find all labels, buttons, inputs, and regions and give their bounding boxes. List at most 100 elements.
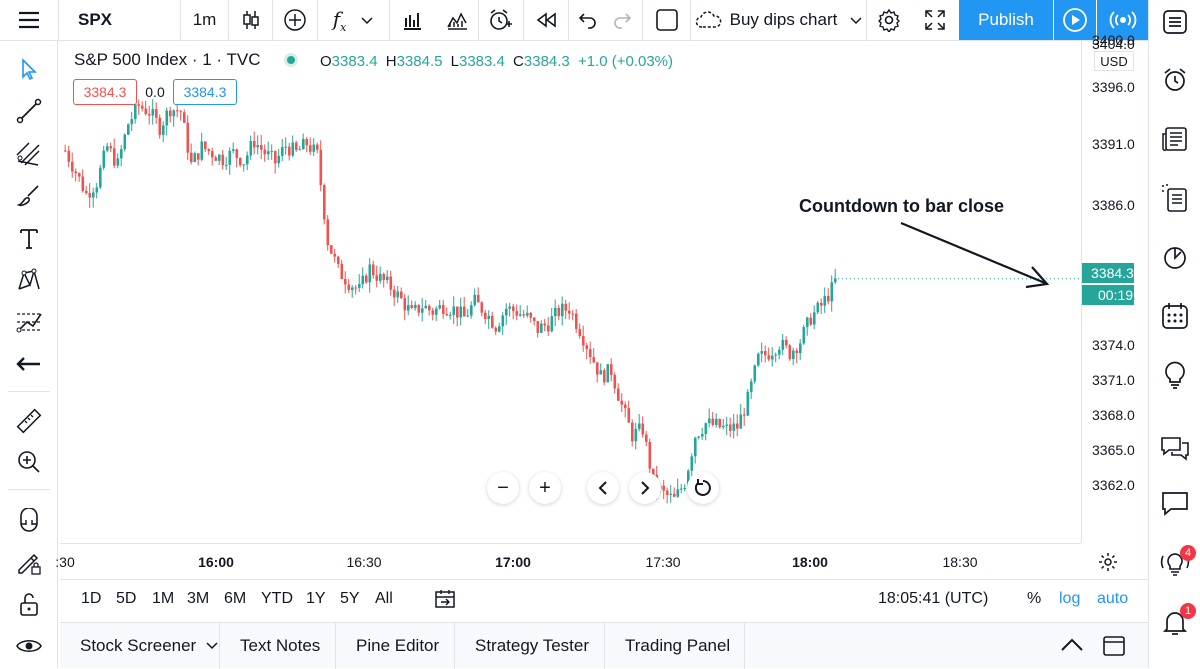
time-label: :30 [55, 554, 75, 570]
eye-visibility-icon[interactable] [0, 626, 58, 666]
tab-pine-editor[interactable]: Pine Editor [336, 623, 455, 669]
magnet-icon[interactable] [0, 501, 58, 541]
tab-trading-panel[interactable]: Trading Panel [605, 623, 745, 669]
candle-body [176, 110, 179, 112]
prediction-icon[interactable] [0, 302, 58, 342]
cursor-arrow-icon[interactable] [0, 49, 58, 89]
currency-label[interactable]: USD [1094, 51, 1134, 71]
buy-button[interactable]: 3384.3 [173, 79, 237, 105]
maximize-panel-icon[interactable] [1102, 635, 1126, 662]
candle-body [218, 154, 221, 161]
symbol-title: S&P 500 Index · 1 · TVC [74, 50, 261, 69]
chevron-down-icon [206, 642, 218, 650]
range-button-all[interactable]: All [375, 590, 393, 608]
candle-body [585, 345, 589, 350]
compare-add-icon[interactable] [273, 0, 317, 40]
interval-button[interactable]: 1m [181, 0, 228, 40]
text-tool-icon[interactable] [0, 218, 58, 258]
utc-clock[interactable]: 18:05:41 (UTC) [878, 590, 988, 608]
auto-toggle[interactable]: auto [1097, 590, 1128, 608]
templates-icon[interactable] [435, 0, 478, 40]
zoom-in-icon[interactable] [0, 442, 58, 482]
candle-body [67, 150, 71, 162]
replay-icon[interactable] [524, 0, 568, 40]
candle-body [127, 124, 130, 135]
publish-video-icon[interactable] [1054, 0, 1096, 40]
tab-text-notes[interactable]: Text Notes [220, 623, 336, 669]
ideas-lightbulb-icon[interactable] [1149, 355, 1200, 395]
candle-body [645, 434, 648, 443]
zoom-out-button[interactable]: − [487, 472, 519, 504]
range-button-3m[interactable]: 3M [187, 590, 209, 608]
arrow-left-icon[interactable] [0, 344, 58, 384]
candles-style-icon[interactable] [229, 0, 272, 40]
time-axis[interactable]: :30 16:00 16:30 17:00 17:30 18:00 18:30 [55, 543, 1117, 579]
layout-name-button[interactable]: Buy dips chart [691, 0, 866, 40]
candle-body [288, 146, 291, 156]
scroll-left-button[interactable] [587, 472, 619, 504]
alert-clock-icon[interactable] [479, 0, 523, 40]
hotlists-icon[interactable] [1149, 237, 1200, 277]
symbol-search-button[interactable]: SPX [60, 0, 180, 40]
candle-body [438, 305, 442, 309]
financials-icon[interactable] [390, 0, 433, 40]
candle-body [253, 141, 256, 148]
data-window-icon[interactable] [1149, 178, 1200, 218]
tab-stock-screener[interactable]: Stock Screener [60, 623, 220, 669]
news-icon[interactable] [1149, 119, 1200, 159]
candle-body [431, 310, 435, 315]
menu-icon[interactable] [0, 0, 58, 40]
range-button-1y[interactable]: 1Y [306, 590, 326, 608]
candle-body [281, 147, 284, 156]
candle-body [389, 276, 393, 290]
undo-icon[interactable] [569, 0, 607, 40]
range-button-5d[interactable]: 5D [116, 590, 136, 608]
pattern-icon[interactable] [0, 260, 58, 300]
candle-body [816, 302, 820, 313]
fullscreen-square-icon[interactable] [643, 0, 690, 40]
candle-body [78, 173, 81, 177]
scroll-right-button[interactable] [629, 472, 661, 504]
percent-toggle[interactable]: % [1027, 590, 1041, 608]
chat-icon[interactable] [1149, 428, 1200, 468]
candle-body [554, 307, 557, 317]
pitchfork-icon[interactable] [0, 134, 58, 174]
message-icon[interactable] [1149, 483, 1200, 523]
candle-body [298, 149, 302, 151]
ruler-icon[interactable] [0, 401, 58, 441]
range-button-5y[interactable]: 5Y [340, 590, 360, 608]
candle-body [267, 151, 270, 155]
sell-button[interactable]: 3384.3 [73, 79, 137, 105]
range-button-6m[interactable]: 6M [224, 590, 246, 608]
goto-date-icon[interactable] [433, 588, 457, 615]
watchlist-icon[interactable] [1149, 2, 1200, 42]
price-label: 3386.0 [1092, 197, 1135, 213]
tab-strategy-tester[interactable]: Strategy Tester [455, 623, 605, 669]
range-button-ytd[interactable]: YTD [261, 590, 293, 608]
expand-fullscreen-icon[interactable] [913, 0, 957, 40]
lock-icon[interactable] [0, 584, 58, 624]
range-button-1m[interactable]: 1M [152, 590, 174, 608]
reset-chart-icon[interactable] [687, 472, 719, 504]
candle-body [354, 287, 358, 289]
price-scale[interactable]: 3404.0 USD 3400.03396.03391.03386.03378.… [1081, 32, 1148, 543]
trend-line-icon[interactable] [0, 91, 58, 131]
candle-body [305, 139, 309, 146]
zoom-in-button[interactable]: + [529, 472, 561, 504]
candle-body [225, 164, 228, 166]
high-value: 3384.5 [396, 53, 443, 70]
redo-icon[interactable] [604, 0, 640, 40]
range-button-1d[interactable]: 1D [81, 590, 101, 608]
calendar-icon[interactable] [1149, 296, 1200, 336]
publish-button[interactable]: Publish [959, 0, 1053, 40]
brush-icon[interactable] [0, 176, 58, 216]
chart-settings-gear-icon[interactable] [1098, 552, 1118, 577]
log-toggle[interactable]: log [1059, 590, 1080, 608]
lock-drawings-pencil-icon[interactable] [0, 543, 58, 583]
candle-body [120, 149, 123, 159]
drawing-toolbar [0, 41, 58, 668]
settings-gear-icon[interactable] [867, 0, 911, 40]
alarm-clock-icon[interactable] [1149, 60, 1200, 100]
chevron-up-icon[interactable] [1060, 637, 1084, 658]
indicators-icon[interactable]: fx [318, 0, 389, 40]
